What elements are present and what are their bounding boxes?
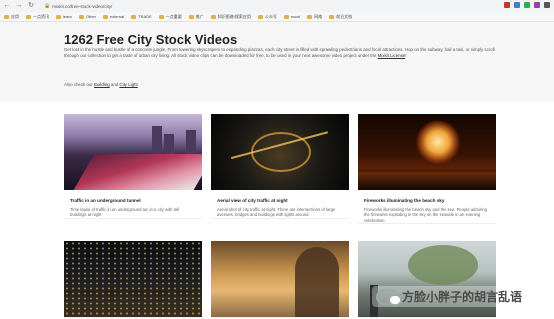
building-shape (164, 134, 174, 156)
video-thumbnail[interactable] (64, 241, 202, 317)
wechat-icon (376, 288, 402, 306)
video-card[interactable]: Aerial view of city traffic at night Aer… (211, 114, 349, 219)
bookmark-item[interactable]: 一点资讯 (26, 14, 49, 20)
watermark-text: 方脸小胖子的胡言乱语 (402, 290, 523, 304)
video-card[interactable]: Fireworks illuminating the beach sky Fir… (358, 114, 496, 225)
bookmark-item[interactable]: 推广 (188, 14, 204, 20)
city-light-link[interactable]: City Light (119, 82, 137, 87)
building-shape (152, 126, 162, 156)
folder-icon (283, 14, 289, 19)
folder-icon (257, 14, 263, 19)
extension-icon[interactable] (504, 2, 510, 8)
sea-reflection (358, 172, 496, 190)
bookmark-item[interactable]: Other (78, 14, 96, 19)
building-shape (186, 130, 196, 156)
video-description: Time lapse of traffic in an underground … (70, 207, 179, 218)
extensions-area (504, 2, 550, 8)
extension-icon[interactable] (524, 2, 530, 8)
page-title: 1262 Free City Stock Videos (64, 32, 238, 47)
folder-icon (4, 14, 9, 19)
bookmark-item[interactable]: TRADE (131, 14, 152, 19)
bookmark-item[interactable]: 公众号 (257, 14, 277, 20)
url-field[interactable]: 🔒 mixkit.co/free-stock-video/city/ (44, 3, 112, 9)
bookmark-item[interactable]: 知识图谱/搜索应用 (210, 14, 251, 20)
video-thumbnail[interactable] (358, 114, 496, 190)
url-text: mixkit.co/free-stock-video/city/ (52, 3, 113, 9)
building-link[interactable]: Building (94, 82, 110, 87)
extension-icon[interactable] (514, 2, 520, 8)
folder-icon (329, 14, 335, 19)
video-title[interactable]: Fireworks illuminating the beach sky (364, 198, 496, 203)
video-title[interactable]: Traffic in an underground tunnel (70, 198, 202, 203)
video-card[interactable] (211, 241, 349, 318)
folder-icon (158, 14, 164, 19)
also-prefix: Also check our (64, 82, 95, 87)
back-icon[interactable]: ← (2, 1, 12, 11)
video-thumbnail[interactable] (64, 114, 202, 190)
bookmark-item[interactable]: 一点重要 (158, 14, 182, 20)
folder-icon (56, 14, 61, 19)
city-lights (64, 241, 202, 317)
video-card[interactable]: Traffic in an underground tunnel Time la… (64, 114, 202, 219)
tree-shape (408, 245, 478, 285)
license-link[interactable]: Mixkit License (378, 53, 406, 58)
watermark: 方脸小胖子的胡言乱语 (372, 286, 527, 307)
address-bar: ← → ↻ 🔒 mixkit.co/free-stock-video/city/ (0, 0, 554, 12)
bookmarks-bar: 应用 一点资讯 learn Other external TRADE 一点重要 … (0, 12, 554, 22)
bookmark-item[interactable]: external (102, 14, 124, 19)
folder-icon (102, 14, 108, 19)
also-check-text: Also check our Building and City Light (64, 82, 138, 87)
reload-icon[interactable]: ↻ (26, 1, 36, 11)
video-description: Aerial shot of city traffic at night. Th… (217, 207, 336, 218)
folder-icon (307, 14, 313, 19)
intro-body: Get lost in the hustle and bustle of a c… (64, 47, 495, 59)
bookmark-item[interactable]: 网络 (307, 14, 322, 20)
firework-burst (416, 120, 460, 164)
folder-icon (78, 14, 84, 19)
forward-icon[interactable]: → (14, 1, 24, 11)
bookmark-item[interactable]: excel (283, 14, 300, 19)
profile-icon[interactable] (544, 2, 550, 8)
folder-icon (188, 14, 194, 19)
video-title[interactable]: Aerial view of city traffic at night (217, 198, 349, 203)
intro-end: ! (405, 53, 407, 59)
light-trails (73, 154, 202, 190)
video-thumbnail[interactable] (211, 114, 349, 190)
bookmark-item[interactable]: learn (56, 14, 72, 19)
video-description: Fireworks illuminating the beach sky and… (364, 207, 487, 223)
bookmark-item[interactable]: 前沿文档 (329, 14, 352, 20)
extension-icon[interactable] (534, 2, 540, 8)
also-and: and (109, 82, 120, 87)
folder-icon (26, 14, 31, 19)
lock-icon: 🔒 (44, 3, 51, 9)
person-silhouette (295, 247, 339, 317)
folder-icon (131, 14, 137, 19)
video-card[interactable] (64, 241, 202, 318)
video-thumbnail[interactable] (211, 241, 349, 317)
folder-icon (210, 14, 216, 19)
intro-text: Get lost in the hustle and bustle of a c… (64, 47, 496, 59)
bookmark-item[interactable]: 应用 (4, 14, 19, 20)
